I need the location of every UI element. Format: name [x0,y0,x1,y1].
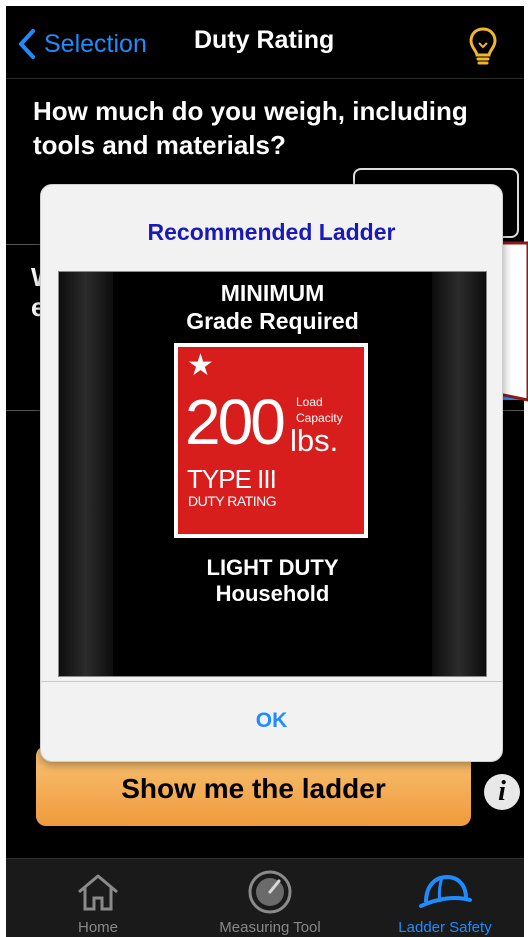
navigation-bar: Selection Duty Rating [6,6,524,79]
duty-class: LIGHT DUTY [206,555,339,580]
tab-label: Ladder Safety [398,919,492,936]
back-button[interactable]: Selection [18,24,147,64]
chevron-left-icon [19,29,35,59]
tab-ladder-safety[interactable]: Ladder Safety [380,859,510,937]
tab-label: Home [77,919,118,936]
page-title: Duty Rating [194,26,335,54]
use-class: Household [215,581,330,606]
load-capacity-value: 200 [185,386,286,458]
weight-question: How much do you weigh, including tools a… [33,96,468,160]
back-label: Selection [44,29,147,58]
duty-rating-label: DUTY RATING [188,493,277,509]
recommended-ladder-dialog: Recommended Ladder MINIMUM Grade Require… [40,184,503,762]
load-label: Load [296,395,323,409]
tab-home[interactable]: Home [58,859,138,937]
gauge-icon [247,869,293,915]
badge-body: ★ 200 Load Capacity lbs. TYPE III DUTY R… [178,347,364,534]
star-icon: ★ [187,349,214,382]
home-icon [76,869,120,915]
ladder-type: TYPE III [187,464,277,494]
ok-button[interactable]: OK [41,682,502,760]
ladder-rating-image: MINIMUM Grade Required ★ 200 Load Capaci… [58,271,487,677]
grade-required-label: Grade Required [186,308,359,334]
tab-measuring-tool[interactable]: Measuring Tool [202,859,338,937]
hard-hat-icon [418,869,472,915]
duty-rating-badge: ★ 200 Load Capacity lbs. TYPE III DUTY R… [174,343,368,538]
dialog-title: Recommended Ladder [147,219,396,245]
tab-label: Measuring Tool [219,919,321,936]
minimum-label: MINIMUM [220,280,325,306]
lightbulb-icon[interactable] [468,26,498,71]
tab-bar: Home Measuring Tool Ladder Safety [6,858,524,937]
capacity-unit: lbs. [290,423,339,458]
info-icon[interactable]: i [484,774,520,810]
